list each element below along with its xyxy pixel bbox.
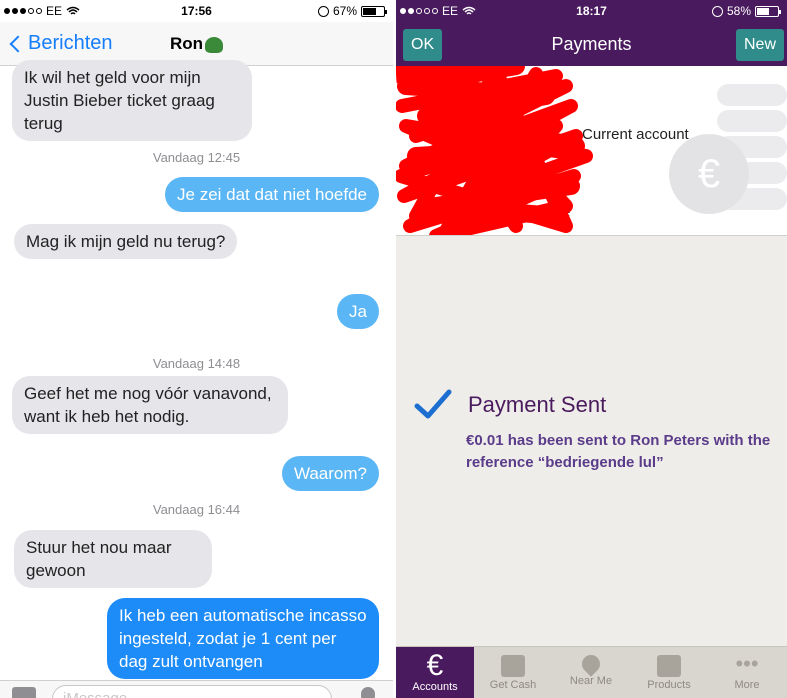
- timestamp: Vandaag 12:45: [152, 150, 241, 165]
- microphone-icon[interactable]: [361, 687, 375, 698]
- wallet-icon: [501, 655, 525, 677]
- page-title: Payments: [551, 34, 632, 54]
- message-incoming[interactable]: Stuur het nou maar gewoon: [14, 530, 212, 588]
- money-bag-emoji-icon: [205, 36, 224, 53]
- tab-label: Near Me: [569, 675, 613, 687]
- message-incoming[interactable]: Ik wil het geld voor mijn Justin Bieber …: [12, 60, 252, 141]
- box-icon: [657, 655, 681, 677]
- status-bar: EE 18:17 58%: [396, 0, 787, 22]
- message-incoming[interactable]: Mag ik mijn geld nu terug?: [14, 224, 238, 259]
- more-dots-icon: •••: [735, 651, 759, 676]
- battery-icon: [755, 5, 781, 17]
- euro-coin-icon: €: [669, 134, 749, 214]
- euro-icon: €: [426, 649, 444, 682]
- rotation-lock-icon: [317, 5, 329, 17]
- payments-header: OK Payments New: [396, 22, 787, 66]
- timestamp: Vandaag 16:44: [152, 502, 241, 517]
- location-pin-icon: [578, 651, 604, 677]
- tab-bar: € Accounts Get Cash Near Me Products •••…: [396, 646, 787, 698]
- battery-percent: 58%: [726, 4, 751, 18]
- rotation-lock-icon: [711, 5, 723, 17]
- tab-accounts[interactable]: € Accounts: [396, 647, 474, 698]
- tab-more[interactable]: ••• More: [708, 647, 786, 698]
- coins-illustration-icon: €: [667, 84, 787, 220]
- payment-sent-description: €0.01 has been sent to Ron Peters with t…: [466, 432, 771, 471]
- message-incoming[interactable]: Geef het me nog vóór vanavond, want ik h…: [12, 376, 288, 434]
- tab-label: More: [734, 679, 760, 691]
- message-outgoing[interactable]: Waarom?: [281, 456, 379, 491]
- contact-name-text: Ron: [169, 34, 204, 53]
- payment-sent-heading: Payment Sent: [468, 392, 607, 417]
- contact-name[interactable]: Ron: [0, 34, 393, 54]
- status-bar: EE 17:56 67%: [0, 0, 393, 22]
- message-input[interactable]: iMessage: [52, 685, 332, 698]
- tab-label: Accounts: [412, 681, 458, 693]
- message-outgoing[interactable]: Je zei dat dat niet hoefde: [165, 177, 379, 212]
- compose-bar: iMessage: [0, 680, 393, 698]
- message-outgoing[interactable]: Ja: [337, 294, 379, 329]
- battery-percent: 67%: [332, 4, 357, 18]
- camera-icon[interactable]: [12, 687, 36, 698]
- tab-label: Get Cash: [489, 679, 537, 691]
- tab-products[interactable]: Products: [630, 647, 708, 698]
- battery-info: 58%: [711, 4, 781, 18]
- imessage-screen: EE 17:56 67% Berichten Ron Ik wil het ge…: [0, 0, 393, 698]
- tab-near-me[interactable]: Near Me: [552, 647, 630, 698]
- message-outgoing[interactable]: Ik heb een automatische incasso ingestel…: [107, 598, 379, 679]
- tab-label: Products: [647, 679, 691, 691]
- banking-screen: EE 18:17 58% OK Payments New € From Curr…: [396, 0, 787, 698]
- account-type: Current account: [582, 126, 689, 143]
- redaction-scribble: [396, 66, 593, 235]
- timestamp: Vandaag 14:48: [152, 356, 241, 371]
- screenshot-composite: EE 17:56 67% Berichten Ron Ik wil het ge…: [0, 0, 787, 698]
- battery-info: 67%: [317, 4, 387, 18]
- tab-get-cash[interactable]: Get Cash: [474, 647, 552, 698]
- new-button[interactable]: New: [735, 29, 784, 61]
- battery-icon: [361, 5, 387, 17]
- checkmark-icon: [414, 389, 452, 419]
- account-card: € From Current account able: [396, 66, 787, 236]
